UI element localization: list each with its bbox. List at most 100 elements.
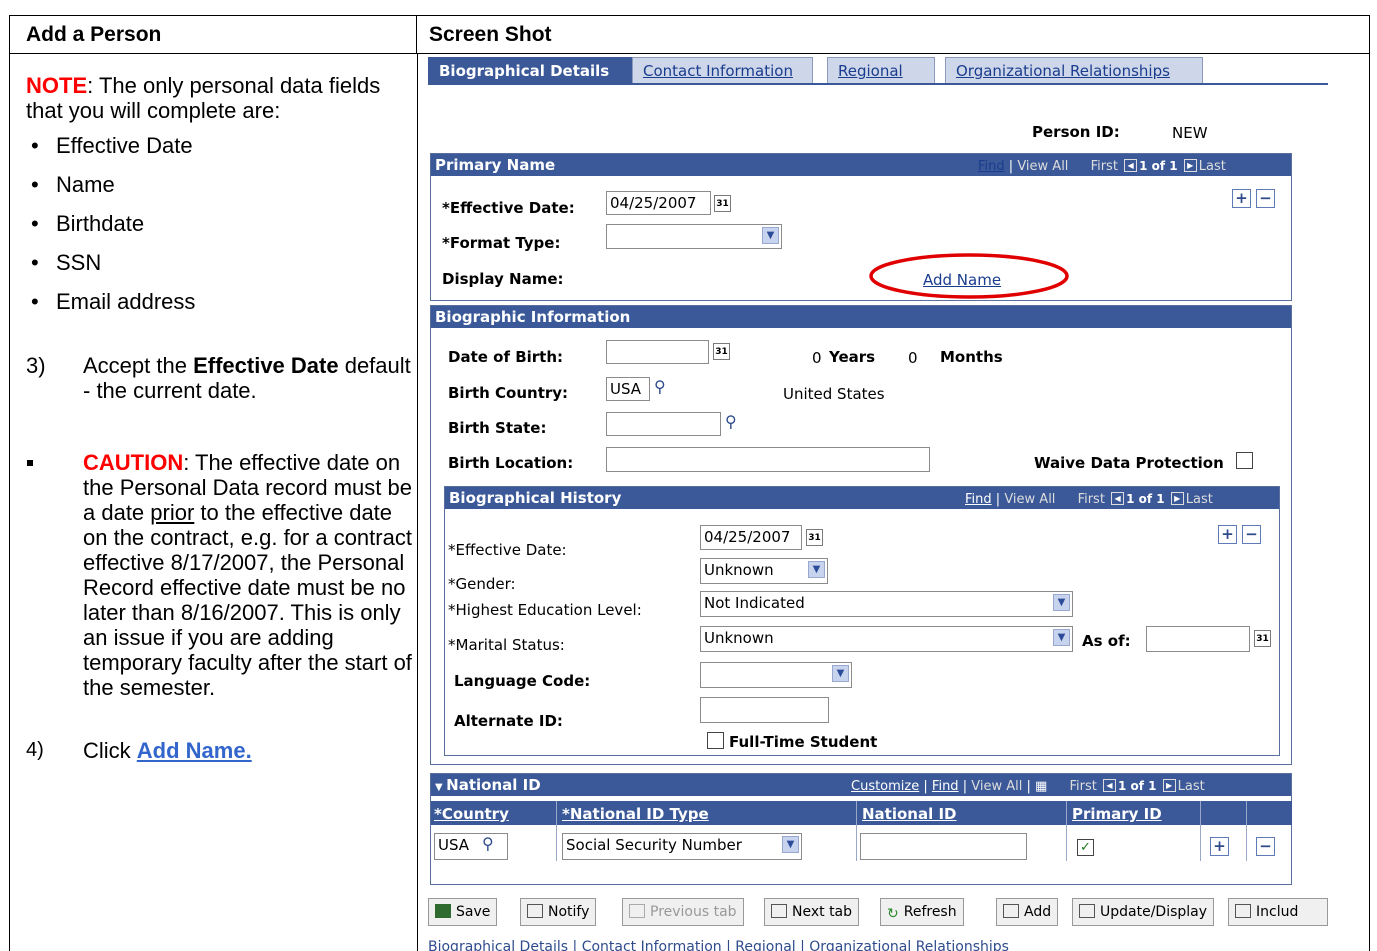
separator: | bbox=[962, 779, 968, 794]
next-arrow-icon[interactable]: ▶ bbox=[1183, 159, 1197, 172]
lookup-search-icon[interactable]: ⚲ bbox=[482, 834, 494, 853]
calendar-icon[interactable]: 31 bbox=[714, 195, 731, 212]
caution-underlined: prior bbox=[150, 500, 195, 525]
calendar-icon[interactable]: 31 bbox=[713, 343, 730, 360]
format-type-select[interactable]: ▼ bbox=[606, 224, 782, 249]
column-header-national-id-type[interactable]: *National ID Type bbox=[562, 805, 709, 823]
column-header-national-id[interactable]: National ID bbox=[862, 805, 957, 823]
step-text: Click bbox=[83, 738, 137, 763]
language-code-select[interactable]: ▼ bbox=[700, 662, 852, 688]
birth-location-input[interactable] bbox=[606, 447, 930, 472]
notify-button[interactable]: Notify bbox=[520, 898, 597, 926]
next-arrow-icon[interactable]: ▶ bbox=[1170, 492, 1184, 505]
step-bold-text: Effective Date bbox=[193, 353, 339, 378]
collapse-icon[interactable]: ▼ bbox=[435, 782, 446, 793]
tab-contact-information[interactable]: Contact Information bbox=[632, 57, 813, 83]
view-all-link[interactable]: View All bbox=[1004, 492, 1055, 507]
button-label: Next tab bbox=[792, 904, 853, 920]
years-value: 0 bbox=[812, 349, 822, 367]
add-row-button[interactable]: + bbox=[1218, 525, 1237, 544]
national-id-type-select[interactable]: Social Security Number ▼ bbox=[562, 833, 802, 860]
view-all-link[interactable]: View All bbox=[971, 779, 1022, 794]
add-button[interactable]: Add bbox=[996, 898, 1059, 926]
list-item: Name bbox=[26, 169, 417, 208]
select-value: Not Indicated bbox=[704, 594, 805, 612]
calendar-icon[interactable]: 31 bbox=[1254, 630, 1271, 647]
national-id-input[interactable] bbox=[860, 833, 1027, 860]
include-history-button[interactable]: Includ bbox=[1228, 898, 1328, 926]
previous-arrow-icon[interactable]: ◀ bbox=[1111, 492, 1125, 505]
country-input[interactable]: USA bbox=[434, 833, 508, 860]
caution-label: CAUTION bbox=[83, 450, 184, 475]
lookup-search-icon[interactable]: ⚲ bbox=[725, 412, 737, 431]
find-link[interactable]: Find bbox=[932, 779, 959, 794]
history-effective-date-input[interactable]: 04/25/2007 bbox=[700, 525, 802, 550]
marital-status-select[interactable]: Unknown ▼ bbox=[700, 626, 1073, 652]
separator: | bbox=[1008, 159, 1014, 174]
waive-data-protection-checkbox[interactable] bbox=[1236, 452, 1253, 469]
select-value: Social Security Number bbox=[566, 836, 742, 854]
add-row-button[interactable]: + bbox=[1210, 837, 1229, 856]
years-label: Years bbox=[829, 348, 876, 366]
find-link[interactable]: Find bbox=[978, 159, 1005, 174]
delete-row-button[interactable]: − bbox=[1256, 189, 1275, 208]
next-tab-icon bbox=[771, 904, 787, 918]
group-title: Biographic Information bbox=[431, 306, 1291, 328]
footer-tab-links[interactable]: Biographical Details | Contact Informati… bbox=[428, 939, 1009, 951]
gender-select[interactable]: Unknown ▼ bbox=[700, 558, 828, 584]
step-3: 3) Accept the Effective Date default - th… bbox=[26, 353, 417, 403]
calendar-icon[interactable]: 31 bbox=[806, 529, 823, 546]
find-link[interactable]: Find bbox=[965, 492, 992, 507]
tab-label: Biographical Details bbox=[439, 62, 610, 80]
previous-tab-button[interactable]: Previous tab bbox=[622, 898, 744, 926]
column-header-primary-id[interactable]: Primary ID bbox=[1072, 805, 1162, 823]
grid-download-icon[interactable]: ▦ bbox=[1035, 779, 1047, 794]
full-time-student-checkbox[interactable] bbox=[707, 732, 724, 749]
list-item: Effective Date bbox=[26, 130, 417, 169]
customize-link[interactable]: Customize bbox=[851, 779, 919, 794]
effective-date-input[interactable]: 04/25/2007 bbox=[606, 191, 711, 215]
as-of-label: As of: bbox=[1082, 632, 1131, 650]
birth-country-label: Birth Country: bbox=[448, 384, 569, 402]
list-item: Birthdate bbox=[26, 208, 417, 247]
next-tab-button[interactable]: Next tab bbox=[764, 898, 860, 926]
step-4: 4) Click Add Name. bbox=[26, 738, 417, 763]
tab-organizational-relationships[interactable]: Organizational Relationships bbox=[945, 57, 1203, 83]
lookup-search-icon[interactable]: ⚲ bbox=[654, 377, 666, 396]
add-name-instruction-link[interactable]: Add Name. bbox=[137, 738, 252, 763]
tab-biographical-details[interactable]: Biographical Details bbox=[428, 57, 632, 83]
column-header-country[interactable]: *Country bbox=[434, 805, 509, 823]
note-label: NOTE bbox=[26, 73, 88, 98]
as-of-input[interactable] bbox=[1146, 626, 1250, 652]
add-row-button[interactable]: + bbox=[1232, 189, 1251, 208]
view-all-link[interactable]: View All bbox=[1017, 159, 1068, 174]
birth-state-input[interactable] bbox=[606, 412, 721, 436]
primary-id-checkbox[interactable]: ✓ bbox=[1077, 839, 1094, 856]
previous-arrow-icon[interactable]: ◀ bbox=[1102, 779, 1116, 792]
person-id-label: Person ID: bbox=[1032, 123, 1120, 141]
square-bullet-icon bbox=[27, 460, 33, 466]
step-number: 3) bbox=[26, 353, 46, 378]
next-arrow-icon[interactable]: ▶ bbox=[1162, 779, 1176, 792]
alternate-id-input[interactable] bbox=[700, 697, 829, 723]
column-divider bbox=[556, 801, 557, 861]
tab-label: Organizational Relationships bbox=[956, 62, 1170, 80]
refresh-icon: ↻ bbox=[887, 906, 899, 922]
update-display-button[interactable]: Update/Display bbox=[1072, 898, 1215, 926]
caution-text: to the effective date on the contract, e… bbox=[83, 500, 412, 700]
column-divider bbox=[856, 801, 857, 861]
tab-regional[interactable]: Regional bbox=[827, 57, 935, 83]
tab-label: Contact Information bbox=[643, 62, 793, 80]
column-divider bbox=[417, 54, 418, 951]
birth-country-description: United States bbox=[783, 385, 885, 403]
delete-row-button[interactable]: − bbox=[1242, 525, 1261, 544]
refresh-button[interactable]: ↻ Refresh bbox=[880, 898, 964, 926]
button-label: Add bbox=[1024, 904, 1052, 920]
birth-country-input[interactable]: USA bbox=[606, 377, 650, 401]
date-of-birth-input[interactable] bbox=[606, 340, 709, 364]
previous-arrow-icon[interactable]: ◀ bbox=[1124, 159, 1138, 172]
education-select[interactable]: Not Indicated ▼ bbox=[700, 591, 1073, 617]
save-button[interactable]: Save bbox=[428, 898, 498, 926]
column-header-left: Add a Person bbox=[10, 16, 417, 54]
delete-row-button[interactable]: − bbox=[1256, 837, 1275, 856]
